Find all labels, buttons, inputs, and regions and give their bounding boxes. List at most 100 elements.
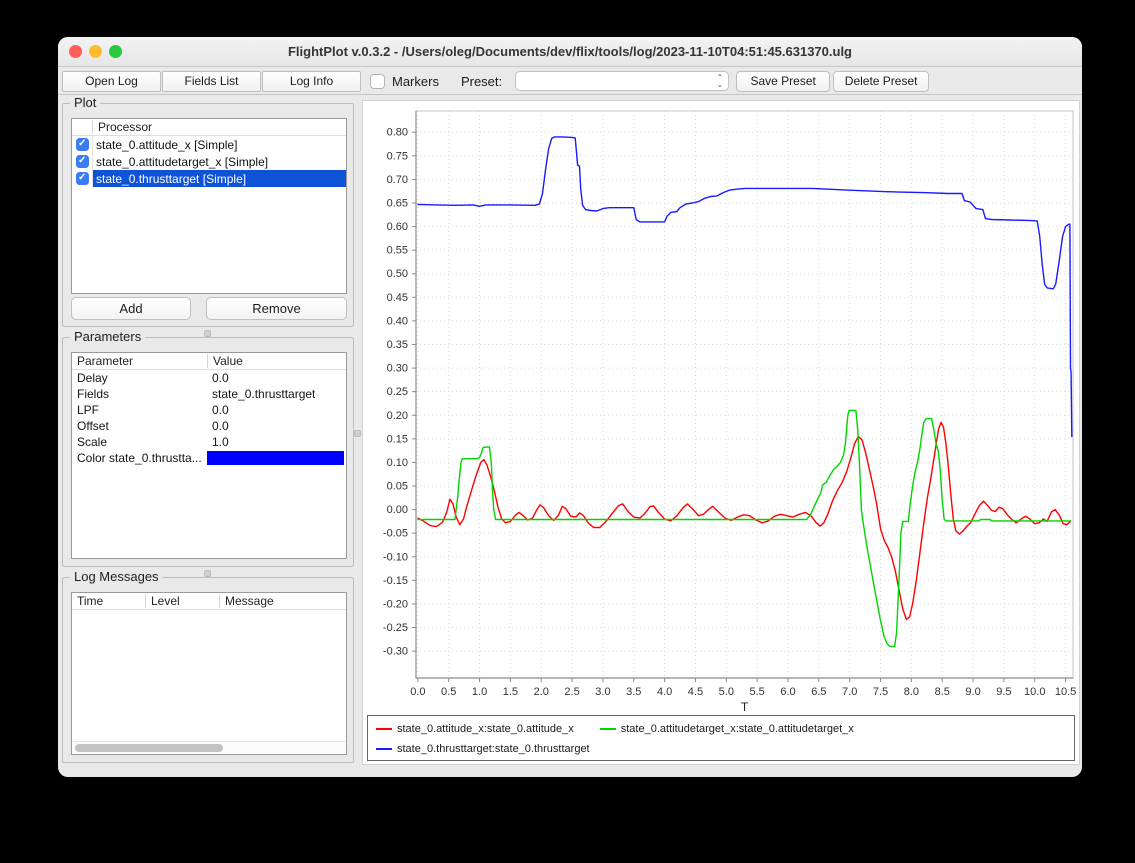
- svg-text:T: T: [741, 700, 749, 714]
- color-swatch[interactable]: [207, 451, 344, 465]
- checkbox-checked-icon[interactable]: [76, 172, 89, 185]
- svg-text:6.0: 6.0: [780, 686, 795, 698]
- param-value: state_0.thrusttarget: [207, 387, 315, 401]
- log-messages-groupbox: Log Messages Time Level Message: [62, 577, 354, 763]
- markers-label: Markers: [392, 74, 439, 89]
- svg-text:3.0: 3.0: [595, 686, 610, 698]
- plot-groupbox: Plot Processor state_0.attitude_x [Simpl…: [62, 103, 354, 327]
- chart-plot[interactable]: 0.800.750.700.650.600.550.500.450.400.35…: [363, 101, 1079, 715]
- svg-text:8.5: 8.5: [935, 686, 950, 698]
- log-info-button[interactable]: Log Info: [262, 71, 361, 92]
- traffic-lights: [69, 45, 122, 58]
- table-row[interactable]: Offset 0.0: [72, 418, 346, 434]
- checkbox-checked-icon[interactable]: [76, 155, 89, 168]
- titlebar: FlightPlot v.0.3.2 - /Users/oleg/Documen…: [58, 37, 1082, 67]
- svg-text:1.0: 1.0: [472, 686, 487, 698]
- list-item-selected[interactable]: state_0.thrusttarget [Simple]: [72, 170, 346, 187]
- scrollbar-thumb[interactable]: [75, 744, 223, 752]
- table-row[interactable]: Fields state_0.thrusttarget: [72, 386, 346, 402]
- legend-line-swatch-blue: [376, 748, 392, 750]
- processor-list-header: Processor: [72, 119, 346, 136]
- legend-item: state_0.thrusttarget:state_0.thrusttarge…: [376, 743, 590, 755]
- close-window-icon[interactable]: [69, 45, 82, 58]
- table-row-color[interactable]: Color state_0.thrustta...: [72, 450, 346, 466]
- vertical-splitter[interactable]: [353, 97, 362, 765]
- preset-label: Preset:: [461, 74, 502, 89]
- remove-button[interactable]: Remove: [206, 297, 347, 320]
- legend-label: state_0.attitudetarget_x:state_0.attitud…: [621, 723, 854, 735]
- svg-text:4.0: 4.0: [657, 686, 672, 698]
- svg-text:8.0: 8.0: [904, 686, 919, 698]
- svg-text:0.80: 0.80: [387, 127, 408, 139]
- svg-text:0.75: 0.75: [387, 150, 408, 162]
- svg-text:-0.25: -0.25: [383, 622, 408, 634]
- chart-legend: state_0.attitude_x:state_0.attitude_x st…: [367, 715, 1075, 761]
- svg-text:0.25: 0.25: [387, 386, 408, 398]
- legend-line-swatch-red: [376, 728, 392, 730]
- param-value: 0.0: [207, 371, 229, 385]
- splitter-handle[interactable]: [204, 570, 211, 577]
- parameters-table-header: Parameter Value: [72, 353, 346, 370]
- list-item-label: state_0.attitude_x [Simple]: [92, 136, 346, 153]
- combo-stepper-icon[interactable]: ⌃⌄: [716, 74, 723, 88]
- delete-preset-button[interactable]: Delete Preset: [833, 71, 929, 92]
- svg-text:3.5: 3.5: [626, 686, 641, 698]
- splitter-handle[interactable]: [354, 430, 361, 437]
- param-value: 0.0: [207, 403, 229, 417]
- svg-text:0.30: 0.30: [387, 363, 408, 375]
- svg-text:0.20: 0.20: [387, 410, 408, 422]
- open-log-button[interactable]: Open Log: [62, 71, 161, 92]
- svg-text:1.5: 1.5: [503, 686, 518, 698]
- parameter-column-header: Parameter: [72, 354, 207, 368]
- zoom-window-icon[interactable]: [109, 45, 122, 58]
- horizontal-scrollbar[interactable]: [73, 741, 345, 753]
- svg-text:5.0: 5.0: [719, 686, 734, 698]
- svg-text:2.5: 2.5: [564, 686, 579, 698]
- svg-text:0.50: 0.50: [387, 268, 408, 280]
- table-row[interactable]: Delay 0.0: [72, 370, 346, 386]
- legend-label: state_0.attitude_x:state_0.attitude_x: [397, 723, 574, 735]
- param-name: Delay: [72, 371, 207, 385]
- checkbox-checked-icon[interactable]: [76, 138, 89, 151]
- log-messages-group-title: Log Messages: [70, 569, 163, 584]
- legend-line-swatch-green: [600, 728, 616, 730]
- svg-text:-0.30: -0.30: [383, 646, 408, 658]
- message-column-header: Message: [219, 594, 274, 608]
- list-item[interactable]: state_0.attitudetarget_x [Simple]: [72, 153, 346, 170]
- svg-text:-0.10: -0.10: [383, 551, 408, 563]
- svg-text:-0.15: -0.15: [383, 575, 408, 587]
- list-item-label: state_0.thrusttarget [Simple]: [92, 170, 346, 187]
- parameters-groupbox: Parameters Parameter Value Delay 0.0 Fie…: [62, 337, 354, 567]
- table-row[interactable]: LPF 0.0: [72, 402, 346, 418]
- svg-text:7.0: 7.0: [842, 686, 857, 698]
- list-item[interactable]: state_0.attitude_x [Simple]: [72, 136, 346, 153]
- fields-list-button[interactable]: Fields List: [162, 71, 261, 92]
- svg-text:6.5: 6.5: [811, 686, 826, 698]
- save-preset-button[interactable]: Save Preset: [736, 71, 830, 92]
- log-table-header: Time Level Message: [72, 593, 346, 610]
- svg-text:0.65: 0.65: [387, 197, 408, 209]
- svg-text:0.5: 0.5: [441, 686, 456, 698]
- chart-panel: 0.800.750.700.650.600.550.500.450.400.35…: [362, 100, 1080, 765]
- window-title: FlightPlot v.0.3.2 - /Users/oleg/Documen…: [58, 44, 1082, 59]
- splitter-handle[interactable]: [204, 330, 211, 337]
- svg-text:0.60: 0.60: [387, 221, 408, 233]
- legend-item: state_0.attitudetarget_x:state_0.attitud…: [600, 723, 854, 735]
- svg-text:0.70: 0.70: [387, 174, 408, 186]
- table-row[interactable]: Scale 1.0: [72, 434, 346, 450]
- minimize-window-icon[interactable]: [89, 45, 102, 58]
- markers-checkbox[interactable]: [370, 74, 385, 89]
- svg-text:5.5: 5.5: [749, 686, 764, 698]
- log-messages-table: Time Level Message: [71, 592, 347, 755]
- svg-text:7.5: 7.5: [873, 686, 888, 698]
- preset-combobox[interactable]: ⌃⌄: [515, 71, 729, 91]
- svg-text:0.40: 0.40: [387, 315, 408, 327]
- parameters-table: Parameter Value Delay 0.0 Fields state_0…: [71, 352, 347, 559]
- svg-text:2.0: 2.0: [534, 686, 549, 698]
- svg-text:9.0: 9.0: [965, 686, 980, 698]
- legend-item: state_0.attitude_x:state_0.attitude_x: [376, 723, 574, 735]
- param-name: Color state_0.thrustta...: [72, 451, 207, 465]
- svg-text:0.00: 0.00: [387, 504, 408, 516]
- param-name: Offset: [72, 419, 207, 433]
- add-button[interactable]: Add: [71, 297, 191, 320]
